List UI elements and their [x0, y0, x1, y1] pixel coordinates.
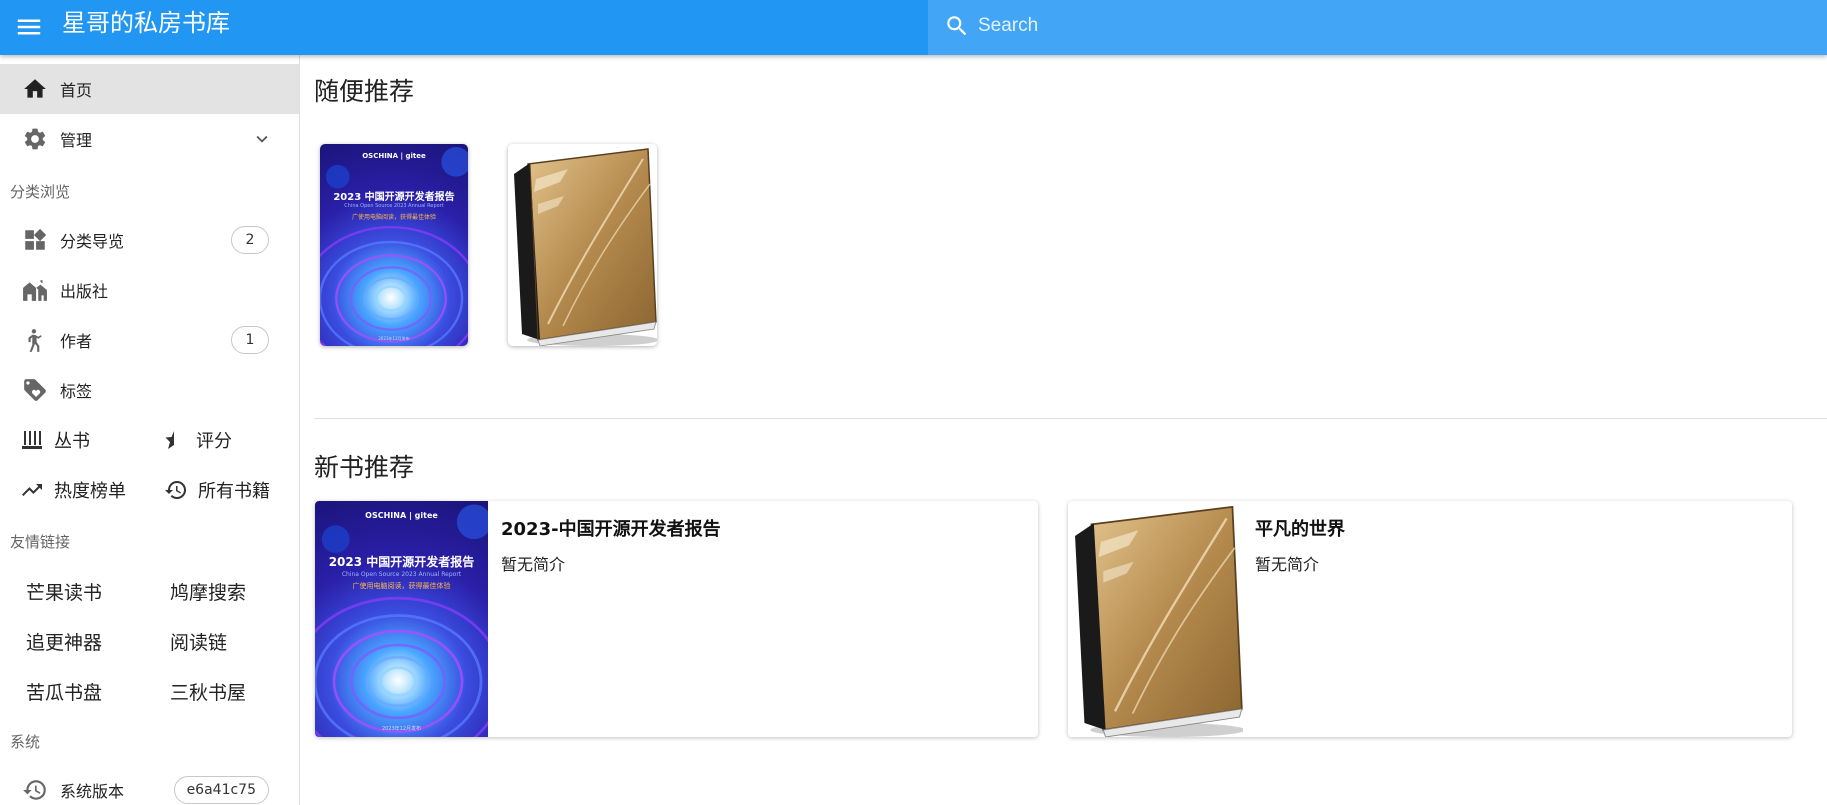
cover-tagline: 广使用电脑阅读，获得最佳体验: [352, 582, 451, 590]
random-book-cover-generic[interactable]: [508, 144, 657, 346]
link-sanqiu[interactable]: 三秋书屋: [170, 678, 246, 705]
sidebar-item-publisher[interactable]: 出版社: [0, 265, 299, 315]
cover-footer: 2023年12月发布: [381, 726, 422, 732]
section-header-system: 系统: [10, 733, 41, 751]
link-zhuigeng[interactable]: 追更神器: [26, 628, 102, 655]
generic-book-icon: [508, 144, 657, 346]
sidebar: 首页 管理 分类浏览 分类导览 2 出版社 作者 1 标签 丛书 评分 热度榜单…: [0, 55, 300, 805]
home-icon: [24, 79, 46, 98]
search-input[interactable]: [978, 8, 1798, 44]
sidebar-item-hot[interactable]: 热度榜单: [20, 468, 126, 512]
section-divider: [314, 418, 1827, 419]
sidebar-item-tags[interactable]: 标签: [0, 365, 299, 415]
cover-footer: 2023年12月发布: [378, 336, 410, 341]
sidebar-item-series[interactable]: 丛书: [20, 418, 90, 462]
section-title-new: 新书推荐: [314, 453, 415, 482]
cover-subtitle: China Open Source 2023 Annual Report: [341, 571, 462, 578]
sidebar-item-label: 标签: [60, 382, 93, 401]
sidebar-item-label: 分类导览: [60, 232, 125, 251]
book-description: 暂无简介: [1255, 555, 1320, 574]
cover-logos: OSCHINA | gitee: [365, 511, 438, 520]
count-badge: 1: [231, 326, 269, 354]
book-thumbnail: OSCHINA | gitee 2023 中国开源开发者报告 China Ope…: [315, 501, 488, 737]
sidebar-item-version[interactable]: 系统版本 e6a41c75: [0, 765, 299, 805]
sidebar-item-label: 评分: [196, 431, 232, 452]
sidebar-item-author[interactable]: 作者 1: [0, 315, 299, 365]
sidebar-item-manage[interactable]: 管理: [0, 114, 299, 164]
tag-icon: [24, 379, 46, 401]
sidebar-item-home[interactable]: 首页: [0, 64, 299, 114]
section-header-links: 友情链接: [10, 533, 71, 551]
history-icon: [165, 481, 186, 499]
chevron-down-icon[interactable]: [251, 128, 273, 150]
search-box: [928, 0, 1827, 55]
person-icon: [28, 329, 42, 352]
sidebar-item-category-nav[interactable]: 分类导览 2: [0, 215, 299, 265]
link-mango[interactable]: 芒果读书: [26, 578, 102, 605]
swirl-art: [320, 146, 468, 346]
app-title[interactable]: 星哥的私房书库: [62, 6, 230, 40]
sidebar-item-label: 热度榜单: [54, 481, 126, 502]
book-title[interactable]: 平凡的世界: [1255, 515, 1345, 541]
link-yueduliand[interactable]: 阅读链: [170, 628, 227, 655]
star-half-icon: [165, 431, 174, 449]
random-book-cover-report[interactable]: OSCHINA | gitee 2023 中国开源开发者报告 China Ope…: [320, 144, 468, 346]
new-book-card-report[interactable]: OSCHINA | gitee 2023 中国开源开发者报告 China Ope…: [315, 501, 1038, 737]
search-icon: [947, 16, 967, 36]
cover-tagline: 广使用电脑阅读，获得最佳体验: [351, 214, 436, 221]
houses-icon: [23, 280, 47, 301]
cover-title: 2023 中国开源开发者报告: [328, 555, 475, 569]
gear-icon: [24, 128, 46, 150]
cover-logos: OSCHINA | gitee: [362, 152, 426, 160]
sidebar-item-label: 首页: [60, 81, 93, 100]
sidebar-item-label: 所有书籍: [198, 481, 270, 502]
count-badge: 2: [231, 226, 269, 254]
version-badge: e6a41c75: [173, 776, 269, 804]
sidebar-item-rating[interactable]: 评分: [162, 418, 232, 462]
bookshelf-icon: [22, 431, 42, 449]
sidebar-item-label: 管理: [60, 131, 93, 150]
sidebar-item-label: 出版社: [60, 282, 109, 301]
widgets-icon: [25, 228, 47, 250]
sidebar-item-label: 作者: [60, 332, 93, 351]
generic-book-icon: [1068, 501, 1243, 737]
section-title-random: 随便推荐: [314, 77, 415, 106]
section-header-browse: 分类浏览: [10, 183, 71, 201]
book-description: 暂无简介: [501, 555, 566, 574]
book-title[interactable]: 2023-中国开源开发者报告: [501, 515, 721, 541]
sidebar-item-label: 系统版本: [60, 782, 125, 801]
link-jiumo[interactable]: 鸠摩搜索: [170, 578, 246, 605]
link-kugua[interactable]: 苦瓜书盘: [26, 678, 102, 705]
sidebar-item-all-books[interactable]: 所有书籍: [164, 468, 270, 512]
sidebar-item-label: 丛书: [54, 431, 90, 452]
trending-up-icon: [22, 484, 42, 496]
new-book-card-pingfan[interactable]: 平凡的世界 暂无简介: [1068, 501, 1792, 737]
app-bar: 星哥的私房书库: [0, 0, 1827, 55]
history-icon: [23, 780, 46, 800]
menu-icon[interactable]: [14, 12, 44, 42]
report-cover-image: OSCHINA | gitee 2023 中国开源开发者报告 China Ope…: [320, 144, 468, 346]
cover-title: 2023 中国开源开发者报告: [333, 192, 455, 203]
cover-subtitle: China Open Source 2023 Annual Report: [344, 203, 444, 209]
